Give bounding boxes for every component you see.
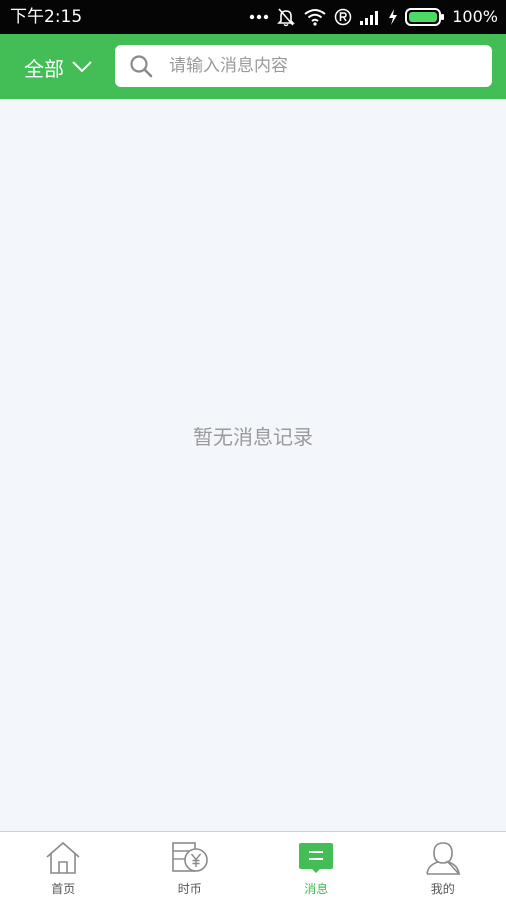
status-bar: 下午2:15 — [0, 0, 506, 34]
bottom-tab-bar: 首页 时币 消息 — [0, 831, 506, 901]
signal-icon — [359, 9, 381, 25]
charging-icon — [388, 9, 398, 25]
tab-profile[interactable]: 我的 — [380, 832, 506, 901]
message-list-area: 暂无消息记录 — [0, 99, 506, 831]
search-input[interactable] — [167, 55, 471, 77]
tab-label: 时币 — [178, 880, 202, 897]
filter-dropdown[interactable]: 全部 — [24, 54, 92, 80]
tab-label: 我的 — [431, 880, 455, 897]
more-dots-icon — [249, 14, 269, 20]
battery-icon — [405, 8, 445, 26]
chevron-down-icon — [72, 61, 92, 73]
home-icon — [45, 841, 81, 875]
registered-icon — [334, 8, 352, 26]
top-header: 全部 — [0, 34, 506, 99]
message-icon — [298, 841, 334, 875]
search-icon — [129, 54, 153, 78]
tab-coin[interactable]: 时币 — [127, 832, 254, 901]
status-icons: 100% — [249, 6, 498, 28]
coin-wallet-icon — [171, 841, 209, 875]
bell-muted-icon — [276, 7, 296, 27]
tab-label: 首页 — [51, 880, 75, 897]
tab-label: 消息 — [304, 880, 328, 897]
tab-messages[interactable]: 消息 — [253, 832, 380, 901]
wifi-icon — [303, 8, 327, 26]
status-time: 下午2:15 — [10, 7, 82, 27]
tab-home[interactable]: 首页 — [0, 832, 127, 901]
search-box[interactable] — [115, 45, 492, 87]
filter-label: 全部 — [24, 53, 64, 82]
battery-percent: 100% — [452, 7, 498, 27]
user-icon — [425, 841, 461, 875]
empty-state-text: 暂无消息记录 — [0, 421, 506, 450]
